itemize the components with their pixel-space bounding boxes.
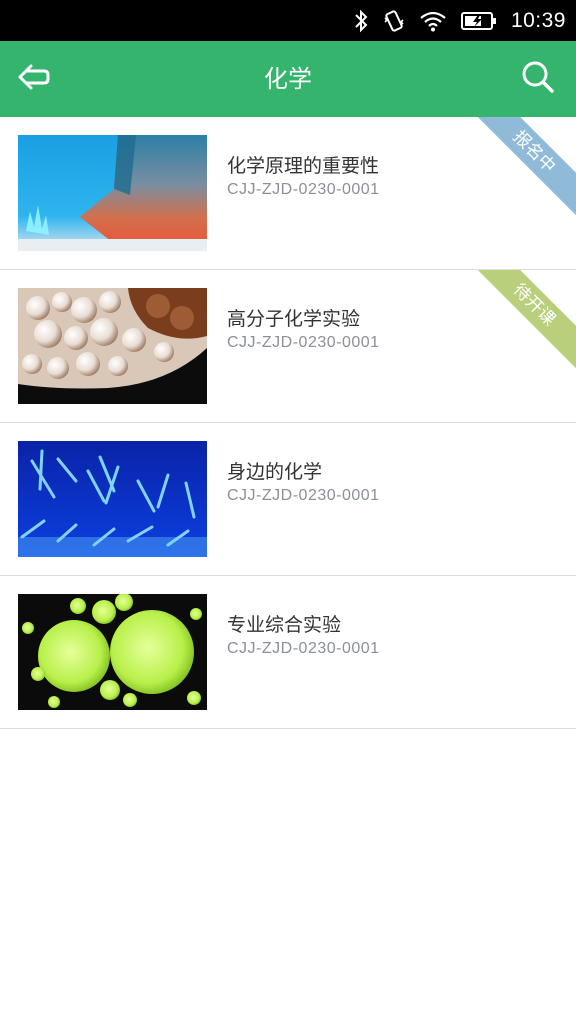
back-arrow-icon xyxy=(17,62,51,96)
vibrate-icon xyxy=(383,9,405,33)
course-thumbnail[interactable] xyxy=(18,288,207,404)
course-thumbnail[interactable] xyxy=(18,135,207,251)
list-item[interactable]: 高分子化学实验 CJJ-ZJD-0230-0001 待开课 xyxy=(0,270,576,423)
wifi-icon xyxy=(419,10,447,32)
search-button[interactable] xyxy=(510,51,566,107)
course-thumbnail[interactable] xyxy=(18,441,207,557)
app-bar: 化学 xyxy=(0,41,576,117)
course-title: 身边的化学 xyxy=(227,461,323,483)
status-icons: 10:39 xyxy=(353,0,566,41)
course-title: 化学原理的重要性 xyxy=(227,155,380,177)
battery-charging-icon xyxy=(460,11,497,30)
search-icon xyxy=(521,60,555,98)
course-list: 化学原理的重要性 CJJ-ZJD-0230-0001 报名中 高分子化学实验 C… xyxy=(0,117,576,729)
status-badge: 报名中 xyxy=(452,117,576,234)
list-item[interactable]: 专业综合实验 CJJ-ZJD-0230-0001 xyxy=(0,576,576,729)
course-code: CJJ-ZJD-0230-0001 xyxy=(227,334,380,351)
list-item[interactable]: 身边的化学 CJJ-ZJD-0230-0001 xyxy=(0,423,576,576)
page-title: 化学 xyxy=(264,65,312,93)
status-badge: 待开课 xyxy=(452,270,576,387)
course-code: CJJ-ZJD-0230-0001 xyxy=(227,487,380,504)
course-title: 高分子化学实验 xyxy=(227,308,361,330)
list-item[interactable]: 化学原理的重要性 CJJ-ZJD-0230-0001 报名中 xyxy=(0,117,576,270)
bluetooth-icon xyxy=(353,9,369,33)
course-code: CJJ-ZJD-0230-0001 xyxy=(227,640,380,657)
back-button[interactable] xyxy=(6,51,62,107)
status-bar: 10:39 xyxy=(0,0,576,41)
course-code: CJJ-ZJD-0230-0001 xyxy=(227,181,380,198)
course-thumbnail[interactable] xyxy=(18,594,207,710)
course-title: 专业综合实验 xyxy=(227,614,342,636)
status-time: 10:39 xyxy=(510,8,566,32)
